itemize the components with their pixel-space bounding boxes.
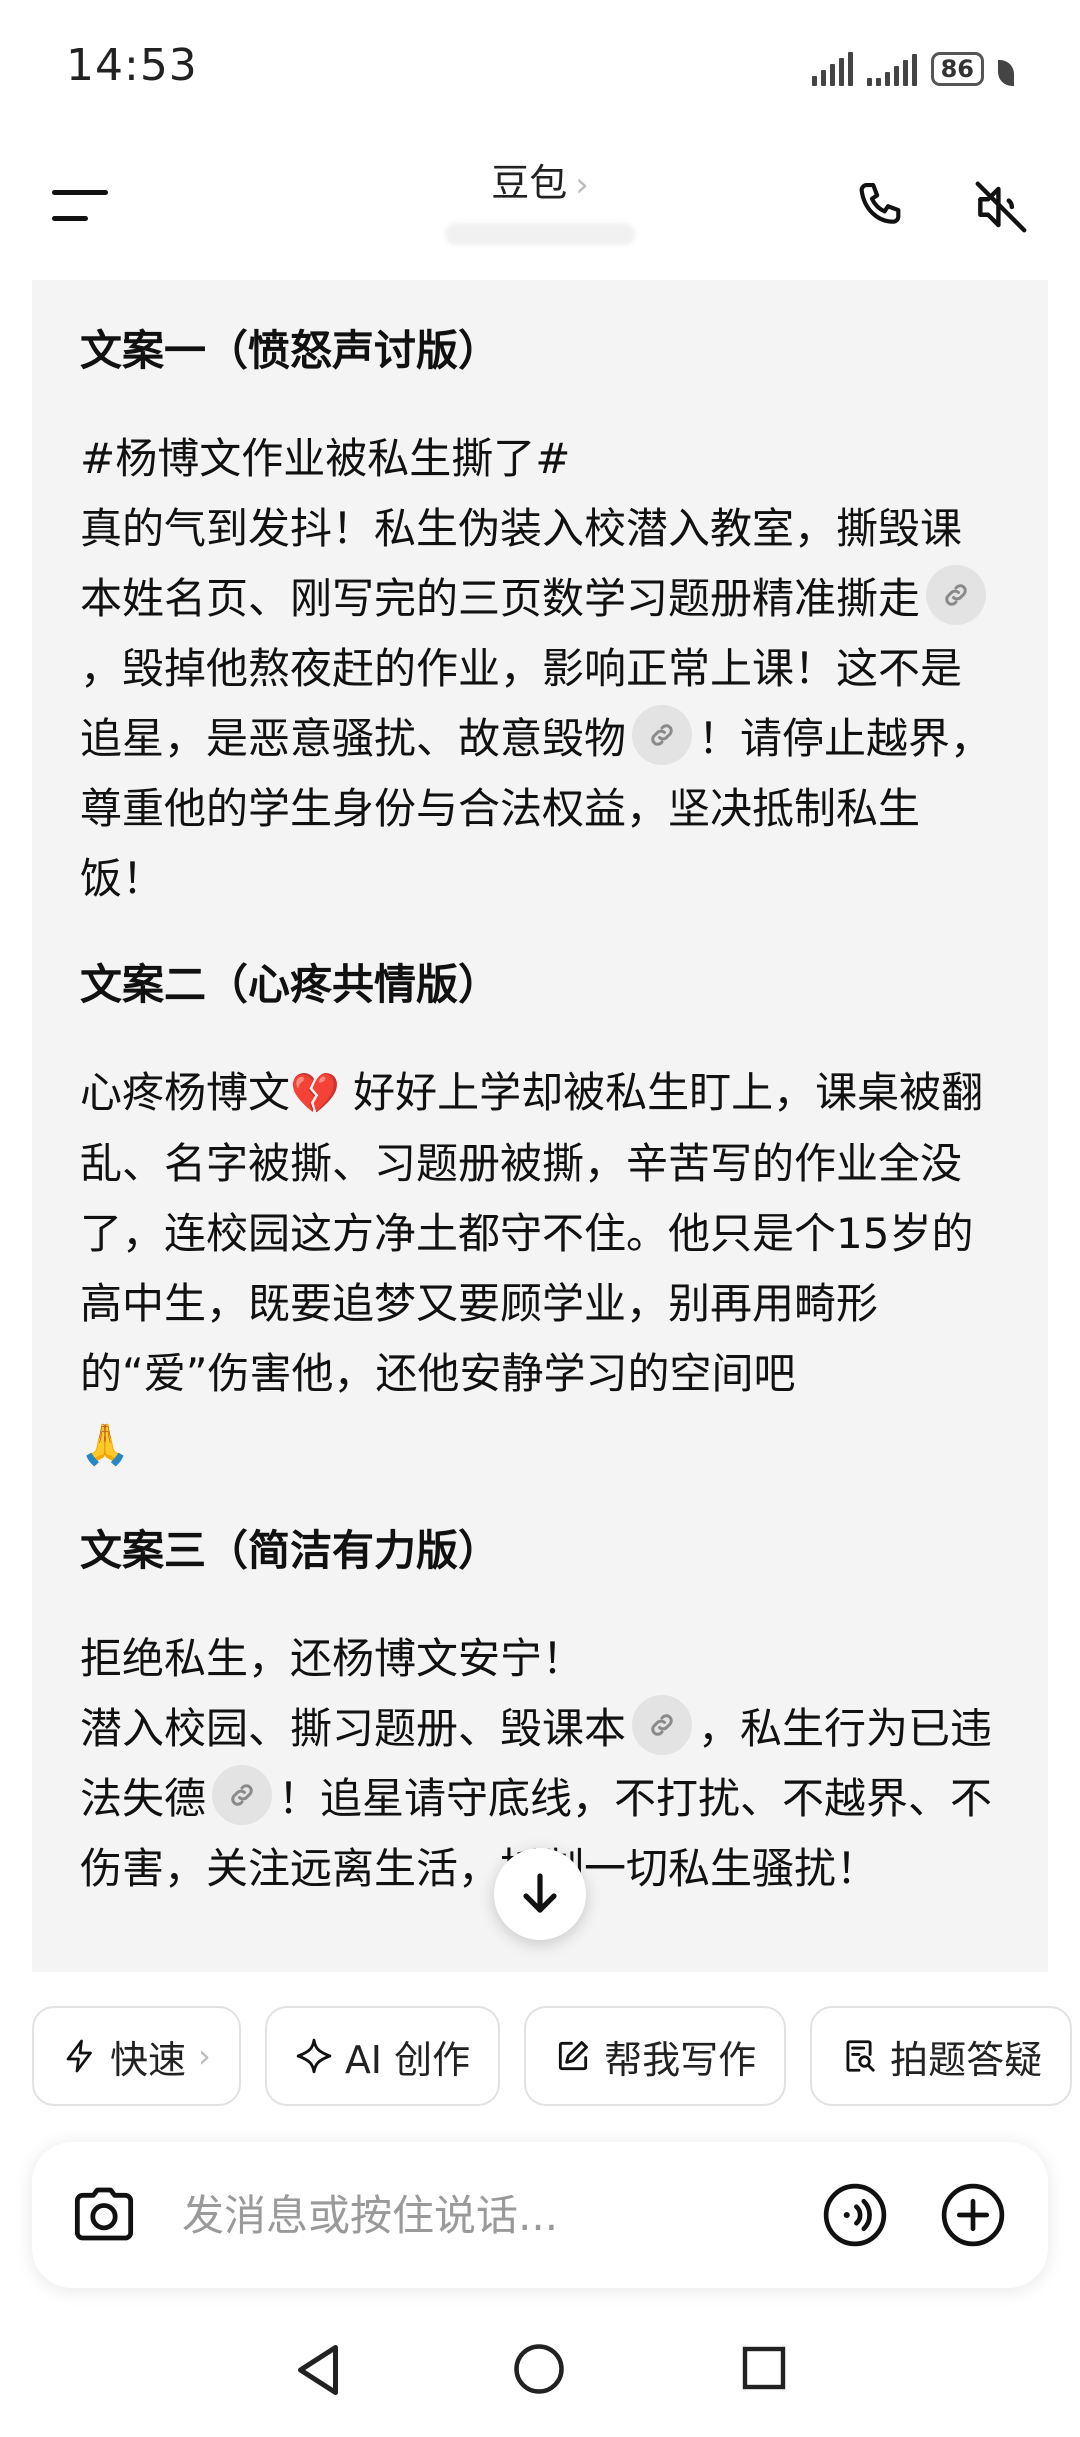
status-icons: 86 bbox=[811, 46, 1014, 86]
paragraph-text: 心疼杨博文 bbox=[80, 1068, 291, 1117]
message-paragraph: 心疼杨博文💔 好好上学却被私生盯上，课桌被翻乱、名字被撕、习题册被撕，辛苦写的作… bbox=[80, 1058, 1002, 1480]
arrow-down-icon bbox=[523, 1873, 557, 1913]
battery-icon: 86 bbox=[930, 52, 984, 86]
camera-icon[interactable] bbox=[72, 2184, 136, 2244]
link-icon[interactable] bbox=[632, 1695, 693, 1755]
chip-label: 快速 bbox=[110, 2037, 187, 2082]
paragraph-text: 潜入校园、撕习题册、毁课本 bbox=[80, 1704, 627, 1753]
status-bar: 14:53 86 bbox=[0, 0, 1080, 140]
message-input[interactable] bbox=[182, 2178, 782, 2252]
paragraph-text: 真的气到发抖！私生伪装入校潜入教室，撕毁课本姓名页、刚写完的三页数学习题册精准撕… bbox=[80, 504, 963, 623]
signal-icon bbox=[811, 52, 853, 86]
home-circle-icon[interactable] bbox=[512, 2342, 566, 2396]
scroll-to-bottom-button[interactable] bbox=[494, 1848, 586, 1940]
section-title: 文案三（简洁有力版） bbox=[80, 1526, 501, 1575]
paragraph-text: 好好上学却被私生盯上，课桌被翻乱、名字被撕、习题册被撕，辛苦写的作业全没了，连校… bbox=[80, 1068, 984, 1398]
chevron-right-icon: › bbox=[575, 165, 589, 205]
speaker-muted-icon[interactable] bbox=[970, 176, 1032, 238]
message-content: 文案一（愤怒声讨版） #杨博文作业被私生撕了# 真的气到发抖！私生伪装入校潜入教… bbox=[32, 280, 1048, 1972]
message-paragraph: #杨博文作业被私生撕了# 真的气到发抖！私生伪装入校潜入教室，撕毁课本姓名页、刚… bbox=[80, 424, 1002, 914]
leaf-icon bbox=[998, 60, 1014, 86]
chip-label: 拍题答疑 bbox=[890, 2037, 1043, 2082]
recent-square-icon[interactable] bbox=[740, 2344, 788, 2392]
pray-emoji: 🙏 bbox=[80, 1422, 130, 1468]
signal-icon bbox=[866, 52, 917, 86]
broken-heart-emoji: 💔 bbox=[290, 1071, 340, 1117]
document-search-icon bbox=[846, 2040, 875, 2072]
link-icon[interactable] bbox=[632, 705, 693, 765]
chevron-right-icon: › bbox=[198, 2037, 211, 2075]
chip-photo-question[interactable]: 拍题答疑 bbox=[810, 2006, 1073, 2106]
status-time: 14:53 bbox=[66, 40, 198, 91]
back-triangle-icon[interactable] bbox=[290, 2340, 346, 2400]
link-icon[interactable] bbox=[212, 1765, 273, 1825]
chat-title[interactable]: 豆包 bbox=[491, 161, 567, 205]
link-icon[interactable] bbox=[926, 565, 987, 625]
plus-icon[interactable] bbox=[940, 2182, 1006, 2248]
chip-label: AI 创作 bbox=[344, 2037, 471, 2082]
subtitle-blurred bbox=[445, 223, 635, 245]
chip-label: 帮我写作 bbox=[604, 2037, 757, 2082]
chip-write-for-me[interactable]: 帮我写作 bbox=[524, 2006, 787, 2106]
section-title: 文案二（心疼共情版） bbox=[80, 960, 501, 1009]
chat-header: 豆包 › bbox=[0, 140, 1080, 280]
system-nav-bar bbox=[0, 2322, 1080, 2437]
chip-ai-create[interactable]: AI 创作 bbox=[264, 2006, 501, 2106]
hashtag-text: #杨博文作业被私生撕了# bbox=[80, 434, 571, 483]
edit-icon bbox=[559, 2041, 588, 2071]
lightning-icon bbox=[66, 2039, 92, 2073]
sparkle-icon bbox=[296, 2038, 332, 2074]
quick-action-chips: 快速 › AI 创作 帮我写作 拍题答疑 bbox=[32, 2006, 1080, 2106]
voice-icon[interactable] bbox=[822, 2182, 888, 2248]
chip-fast[interactable]: 快速 › bbox=[32, 2006, 241, 2106]
phone-icon[interactable] bbox=[850, 176, 912, 238]
section-title: 文案一（愤怒声讨版） bbox=[80, 326, 501, 375]
message-input-bar bbox=[32, 2142, 1048, 2288]
paragraph-text: 拒绝私生，还杨博文安宁！ bbox=[80, 1634, 585, 1683]
chat-title-area[interactable]: 豆包 › bbox=[0, 152, 1080, 245]
